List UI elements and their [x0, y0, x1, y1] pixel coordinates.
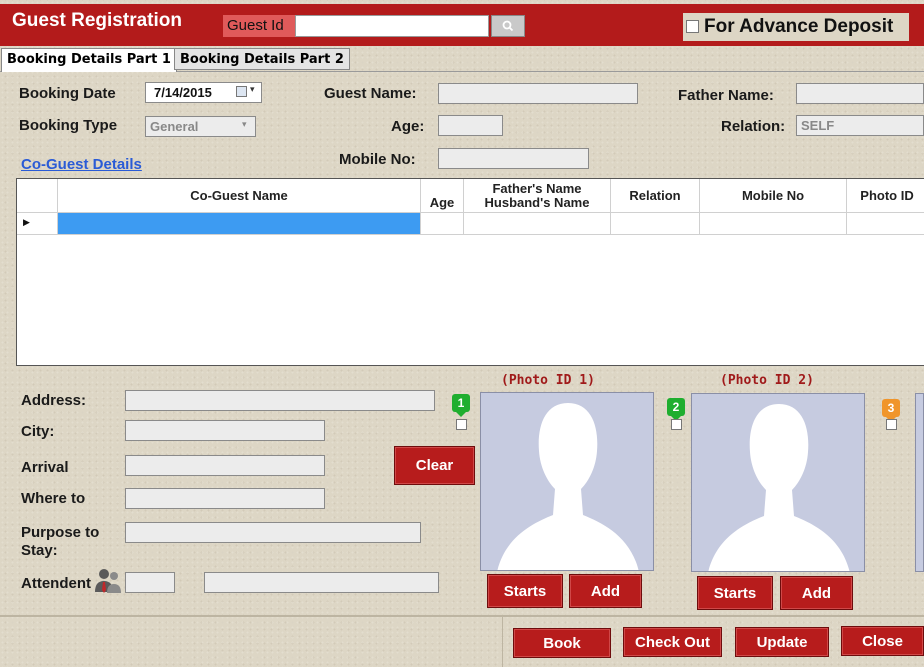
- guest-name-label: Guest Name:: [324, 85, 417, 102]
- guest-id-label: Guest Id: [223, 15, 295, 37]
- co-guest-details-link[interactable]: Co-Guest Details: [21, 156, 142, 173]
- mobile-label: Mobile No:: [339, 151, 416, 168]
- photo-id-2-frame[interactable]: [691, 393, 865, 572]
- search-icon: [502, 20, 514, 32]
- photo-3-checkbox[interactable]: [886, 419, 897, 430]
- where-to-input[interactable]: [125, 488, 325, 509]
- address-label: Address:: [21, 392, 87, 409]
- address-input[interactable]: [125, 390, 435, 411]
- col-header-photo-id[interactable]: Photo ID: [847, 179, 924, 213]
- row-pointer-icon: ▶: [23, 217, 30, 227]
- attendent-label: Attendent: [21, 575, 91, 592]
- age-label: Age:: [391, 118, 425, 135]
- person-silhouette-icon: [708, 404, 850, 571]
- photo-1-badge: 1: [452, 394, 470, 412]
- booking-date-value: 7/14/2015: [154, 85, 212, 100]
- purpose-label: Purpose to Stay:: [21, 524, 100, 559]
- cell-co-guest-name[interactable]: [58, 213, 421, 235]
- photo-2-add-button[interactable]: Add: [780, 576, 853, 610]
- cell-relation[interactable]: [611, 213, 700, 235]
- tab-booking-part-2[interactable]: Booking Details Part 2: [174, 48, 350, 70]
- cell-mobile-no[interactable]: [700, 213, 847, 235]
- where-to-label: Where to: [21, 490, 86, 507]
- guest-id-input[interactable]: [295, 15, 489, 37]
- close-button[interactable]: Close: [841, 626, 924, 656]
- check-out-button[interactable]: Check Out: [623, 627, 722, 657]
- photo-1-starts-button[interactable]: Starts: [487, 574, 563, 608]
- guest-name-input[interactable]: [438, 83, 638, 104]
- arrival-label: Arrival: [21, 459, 69, 476]
- photo-1-add-button[interactable]: Add: [569, 574, 642, 608]
- book-button[interactable]: Book: [513, 628, 611, 658]
- booking-type-select[interactable]: General ▾: [145, 116, 256, 137]
- city-label: City:: [21, 423, 55, 440]
- photo-2-checkbox[interactable]: [671, 419, 682, 430]
- attendent-id-input[interactable]: [125, 572, 175, 593]
- tab-booking-part-1[interactable]: Booking Details Part 1: [1, 48, 177, 72]
- col-header-age[interactable]: Age: [421, 179, 464, 213]
- relation-value: SELF: [801, 118, 835, 133]
- attendent-name-input[interactable]: [204, 572, 439, 593]
- booking-type-label: Booking Type: [19, 117, 118, 134]
- purpose-input[interactable]: [125, 522, 421, 543]
- co-guest-grid[interactable]: Co-Guest Name Age Father's Name Husband'…: [16, 178, 924, 366]
- relation-input[interactable]: SELF: [796, 115, 924, 136]
- arrival-input[interactable]: [125, 455, 325, 476]
- photo-1-checkbox[interactable]: [456, 419, 467, 430]
- photo-2-starts-button[interactable]: Starts: [697, 576, 773, 610]
- city-input[interactable]: [125, 420, 325, 441]
- photo-id-2-title: (Photo ID 2): [720, 373, 814, 388]
- cell-photo-id[interactable]: [847, 213, 924, 235]
- booking-type-value: General: [150, 119, 199, 134]
- col-header-relation[interactable]: Relation: [611, 179, 700, 213]
- booking-date-label: Booking Date: [19, 85, 116, 102]
- photo-id-1-title: (Photo ID 1): [501, 373, 595, 388]
- row-indicator[interactable]: ▶: [17, 213, 58, 235]
- photo-id-1-frame[interactable]: [480, 392, 654, 571]
- grid-row-header-corner: [17, 179, 58, 213]
- cell-age[interactable]: [421, 213, 464, 235]
- photo-id-3-frame[interactable]: [915, 393, 924, 572]
- advance-deposit-checkbox[interactable]: [686, 20, 699, 33]
- advance-deposit-label: For Advance Deposit: [704, 16, 894, 37]
- cell-father-name[interactable]: [464, 213, 611, 235]
- chevron-down-icon: ▾: [242, 119, 247, 129]
- relation-label: Relation:: [721, 118, 786, 135]
- attendent-people-icon[interactable]: [93, 566, 125, 596]
- booking-date-picker[interactable]: 7/14/2015 ▾: [145, 82, 262, 103]
- person-silhouette-icon: [497, 403, 639, 570]
- mobile-input[interactable]: [438, 148, 589, 169]
- age-input[interactable]: [438, 115, 503, 136]
- father-name-label: Father Name:: [678, 87, 774, 104]
- app-title: Guest Registration: [12, 10, 182, 31]
- guest-id-search-button[interactable]: [491, 15, 525, 37]
- col-header-co-guest-name[interactable]: Co-Guest Name: [58, 179, 421, 213]
- photo-3-badge: 3: [882, 399, 900, 417]
- calendar-icon: [236, 86, 247, 97]
- photo-1-badge-tip: [456, 412, 466, 417]
- photo-2-badge: 2: [667, 398, 685, 416]
- update-button[interactable]: Update: [735, 627, 829, 657]
- father-name-input[interactable]: [796, 83, 924, 104]
- col-header-father-husband-name[interactable]: Father's Name Husband's Name: [464, 179, 611, 213]
- col-header-mobile-no[interactable]: Mobile No: [700, 179, 847, 213]
- chevron-down-icon: ▾: [250, 84, 255, 94]
- clear-button[interactable]: Clear: [394, 446, 475, 485]
